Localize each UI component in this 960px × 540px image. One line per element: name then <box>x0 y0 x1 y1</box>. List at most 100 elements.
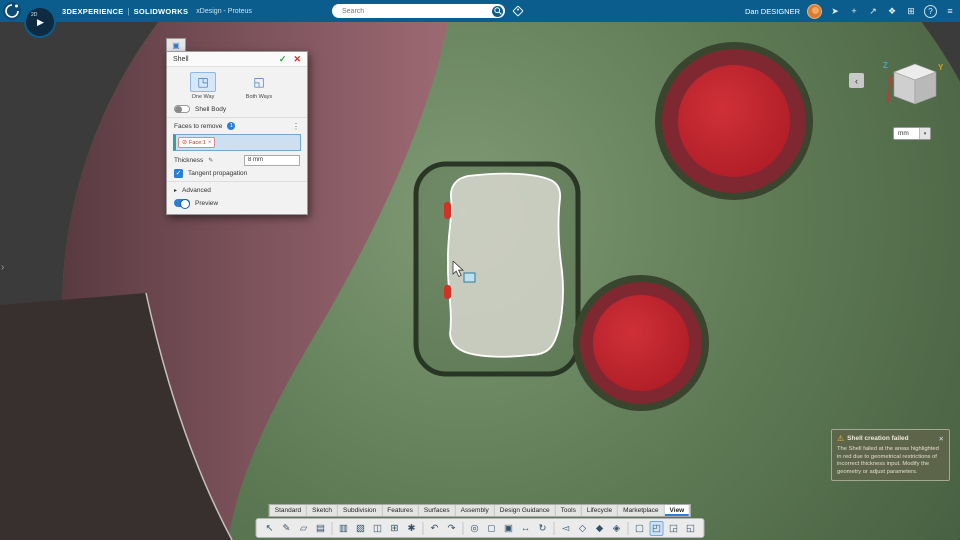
left-panel-expand-icon[interactable]: › <box>1 262 4 273</box>
z-axis-label: Z <box>883 61 888 70</box>
toolbar-separator <box>462 521 464 535</box>
brand-divider: | <box>127 6 130 16</box>
search-box[interactable] <box>332 4 505 18</box>
toolbar-icon-copy[interactable]: ▧ <box>354 521 368 536</box>
confirm-icon[interactable]: ✓ <box>279 54 287 65</box>
kebab-menu-icon[interactable]: ⋮ <box>292 122 300 131</box>
thickness-label: Thickness <box>174 156 204 164</box>
app-title: xDesign - Proteus <box>196 7 252 15</box>
apps-grid-icon[interactable]: ⊞ <box>905 6 917 17</box>
tab-tools[interactable]: Tools <box>556 505 582 516</box>
tab-lifecycle[interactable]: Lifecycle <box>582 505 619 516</box>
toolbar-icon-grid[interactable]: ⊞ <box>388 521 402 536</box>
mouse-cursor <box>452 261 476 283</box>
tab-subdivision[interactable]: Subdivision <box>338 505 383 516</box>
menu-icon[interactable]: ≡ <box>944 6 956 16</box>
toolbar-icon-previous-view[interactable]: ◅ <box>559 521 573 536</box>
toolbar-icon-shaded[interactable]: ◆ <box>593 521 607 536</box>
search-icon[interactable] <box>492 5 503 17</box>
toolbar-icon-rotate[interactable]: ↻ <box>536 521 550 536</box>
units-value: mm <box>898 130 909 137</box>
faces-selection-box[interactable]: ⊘ Face:1 × <box>173 134 301 151</box>
toolbar-icon-perspective[interactable]: ◇ <box>576 521 590 536</box>
add-icon[interactable]: + <box>848 6 860 16</box>
tab-marketplace[interactable]: Marketplace <box>618 505 665 516</box>
toolbar-icon-redo[interactable]: ↷ <box>445 521 459 536</box>
tab-standard[interactable]: Standard <box>270 505 308 516</box>
shell-body-toggle[interactable] <box>174 105 190 113</box>
search-input[interactable] <box>340 6 492 16</box>
advanced-expander[interactable]: ▸ Advanced <box>167 184 307 196</box>
hole-boss-top[interactable] <box>655 42 813 200</box>
face-select-cursor-badge <box>463 272 476 283</box>
share-icon[interactable]: ↗ <box>867 6 879 17</box>
tab-assembly[interactable]: Assembly <box>456 505 495 516</box>
thickness-input[interactable] <box>244 154 300 166</box>
toolbar-icon-settings[interactable]: ✱ <box>405 521 419 536</box>
preview-label: Preview <box>195 199 219 207</box>
both-ways-label: Both Ways <box>245 94 273 100</box>
assistant-icon[interactable]: ➤ <box>829 6 841 17</box>
tab-view[interactable]: View <box>664 505 691 516</box>
toolbar-icon-zoom[interactable]: ◎ <box>468 521 482 536</box>
user-avatar[interactable] <box>807 3 822 19</box>
tab-features[interactable]: Features <box>382 505 419 516</box>
help-icon[interactable]: ? <box>924 4 937 18</box>
toolbar-icon-zoom-area[interactable]: ▣ <box>502 521 516 536</box>
hole-boss-bottom[interactable] <box>573 275 709 411</box>
toolbar-icon-zoom-fit[interactable]: ◻ <box>485 521 499 536</box>
toolbar-icon-pan[interactable]: ↔ <box>519 521 533 536</box>
tab-design-guidance[interactable]: Design Guidance <box>495 505 556 516</box>
notification-title: Shell creation failed <box>847 435 909 442</box>
user-name[interactable]: Dan DESIGNER <box>745 7 800 16</box>
chevron-down-icon: ▾ <box>919 128 930 139</box>
faces-count-badge: 1 <box>227 122 236 130</box>
toolbar-icon-sketch[interactable]: ✎ <box>280 521 294 536</box>
chip-remove-icon[interactable]: × <box>208 140 212 146</box>
compass-logo-icon[interactable] <box>3 2 21 20</box>
toolbar-icon-paste[interactable]: ◫ <box>371 521 385 536</box>
toolbar-icon-view-modes[interactable]: ◰ <box>649 520 664 536</box>
toolbar-icon-save[interactable]: ▤ <box>314 521 328 536</box>
face-chip[interactable]: ⊘ Face:1 × <box>178 137 216 148</box>
toolbar-icon-plane[interactable]: ▱ <box>297 521 311 536</box>
view-cube[interactable]: Z Y <box>882 56 946 114</box>
view-mode-badge[interactable]: 2D ▶ <box>24 6 56 38</box>
close-icon[interactable]: ✕ <box>293 54 301 65</box>
tab-sketch[interactable]: Sketch <box>307 505 339 516</box>
shell-body-label: Shell Body <box>195 105 227 113</box>
toolbar-icon-undo[interactable]: ↶ <box>428 521 442 536</box>
toolbar-icon-wireframe[interactable]: ▢ <box>633 521 647 536</box>
shell-error-mark-2[interactable] <box>444 285 451 299</box>
tag-icon[interactable] <box>512 5 524 17</box>
shell-dialog-tab[interactable]: ▣ <box>166 38 186 52</box>
shell-error-mark-1[interactable] <box>444 202 451 219</box>
one-way-option[interactable]: ◳ One Way <box>183 72 223 100</box>
notification-close-icon[interactable]: ✕ <box>939 435 944 443</box>
toolbar-icon-section-view[interactable]: ◱ <box>684 521 698 536</box>
toolbar-icon-iso-view[interactable]: ◲ <box>667 521 681 536</box>
toolbar-icon-select[interactable]: ↖ <box>263 521 277 536</box>
thickness-edit-icon[interactable]: ✎ <box>208 157 213 164</box>
toolbar-separator <box>553 521 555 535</box>
dialog-title: Shell <box>173 55 189 63</box>
tangent-checkbox[interactable]: ✓ <box>174 168 183 178</box>
toolbar-icon-open[interactable]: ▥ <box>337 521 351 536</box>
play-icon[interactable]: ▶ <box>37 17 44 28</box>
preview-toggle[interactable] <box>174 199 190 209</box>
3d-viewport[interactable] <box>0 0 960 540</box>
bottom-toolbar: ↖ ✎ ▱ ▤ ▥ ▧ ◫ ⊞ ✱ ↶ ↷ ◎ ◻ ▣ ↔ ↻ ◅ ◇ ◆ ◈ ▢ ◰ ◲ ◱ <box>255 518 705 538</box>
tab-surfaces[interactable]: Surfaces <box>419 505 456 516</box>
toolbar-separator <box>331 521 333 535</box>
shell-feature-icon: ▣ <box>172 41 180 50</box>
units-dropdown[interactable]: mm ▾ <box>893 127 931 140</box>
both-ways-option[interactable]: ◱ Both Ways <box>239 72 279 100</box>
ribbon-tab-bar: Standard Sketch Subdivision Features Surface… <box>268 504 692 517</box>
toolbar-icon-hidden-lines[interactable]: ◈ <box>610 521 624 536</box>
one-way-icon: ◳ <box>197 75 209 89</box>
tangent-propagation-label: Tangent propagation <box>188 169 248 177</box>
brand-3dexperience: 3DEXPERIENCE <box>62 6 124 16</box>
y-axis-label: Y <box>938 63 944 72</box>
viewcube-collapse-button[interactable]: ‹ <box>849 73 864 88</box>
community-icon[interactable]: ❖ <box>886 6 898 17</box>
